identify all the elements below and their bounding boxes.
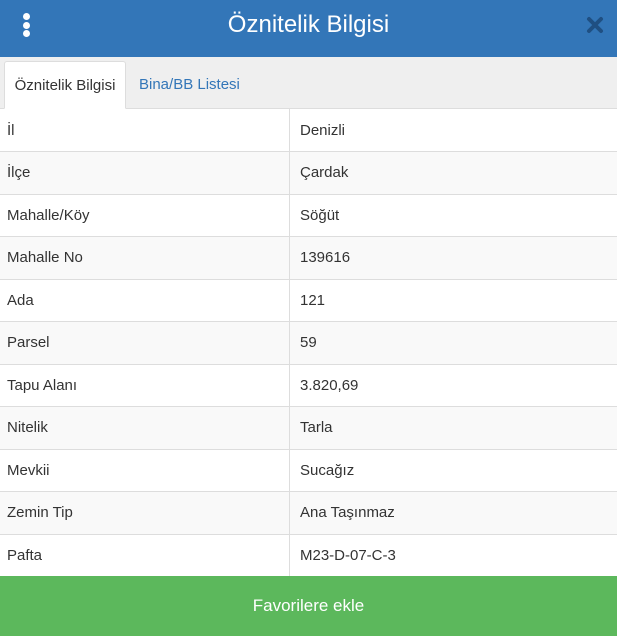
- attribute-key: Parsel: [0, 321, 290, 364]
- close-icon-glyph: [587, 17, 603, 33]
- attribute-value: 121: [300, 291, 326, 309]
- attribute-key: İlçe: [0, 151, 290, 194]
- attribute-table: İl Denizli İlçe Çardak Mahalle/Köy Söğüt…: [0, 109, 617, 577]
- add-to-favorites-button[interactable]: Favorilere ekle: [0, 576, 617, 636]
- attribute-value: Denizli: [300, 121, 346, 139]
- menu-dot: [23, 21, 30, 29]
- attribute-key: İl: [0, 109, 290, 152]
- tab-oznitelik-bilgisi[interactable]: Öznitelik Bilgisi: [4, 61, 126, 109]
- attribute-panel: Öznitelik Bilgisi Öznitelik Bilgisi Bina…: [0, 0, 617, 636]
- attribute-key: Ada: [0, 279, 290, 322]
- table-row: Zemin Tip Ana Taşınmaz: [0, 491, 617, 534]
- attribute-key: Mevkii: [0, 449, 290, 492]
- table-row: İlçe Çardak: [0, 151, 617, 194]
- attribute-value: 3.820,69: [300, 376, 359, 394]
- attribute-value: Çardak: [300, 164, 349, 182]
- menu-dot: [23, 13, 30, 20]
- table-row: Mahalle No 139616: [0, 236, 617, 279]
- table-row: Ada 121: [0, 279, 617, 322]
- table-row: Tapu Alanı 3.820,69: [0, 364, 617, 407]
- attribute-key: Mahalle/Köy: [0, 194, 290, 237]
- table-row: İl Denizli: [0, 109, 617, 152]
- attribute-value: Sucağız: [300, 461, 355, 479]
- panel-header: Öznitelik Bilgisi: [0, 0, 617, 57]
- kebab-menu-icon[interactable]: [20, 13, 34, 37]
- table-row: Mevkii Sucağız: [0, 449, 617, 492]
- attribute-key: Mahalle No: [0, 236, 290, 279]
- tab-bar: Öznitelik Bilgisi Bina/BB Listesi: [0, 57, 617, 109]
- attribute-value: Ana Taşınmaz: [300, 504, 395, 522]
- attribute-key: Nitelik: [0, 406, 290, 449]
- attribute-value: 59: [300, 334, 317, 352]
- attribute-key: Tapu Alanı: [0, 364, 290, 407]
- menu-dot: [23, 30, 30, 37]
- table-row: Mahalle/Köy Söğüt: [0, 194, 617, 237]
- attribute-value: 139616: [300, 249, 351, 267]
- attribute-key: Pafta: [0, 534, 290, 577]
- attribute-value: M23-D-07-C-3: [300, 546, 396, 564]
- tab-bina-bb-listesi[interactable]: Bina/BB Listesi: [139, 61, 240, 108]
- table-row: Pafta M23-D-07-C-3: [0, 534, 617, 577]
- close-icon[interactable]: [586, 16, 604, 34]
- table-row: Parsel 59: [0, 321, 617, 364]
- attribute-key: Zemin Tip: [0, 491, 290, 534]
- table-row: Nitelik Tarla: [0, 406, 617, 449]
- panel-title: Öznitelik Bilgisi: [227, 11, 390, 38]
- attribute-value: Söğüt: [300, 206, 340, 224]
- attribute-value: Tarla: [300, 419, 333, 437]
